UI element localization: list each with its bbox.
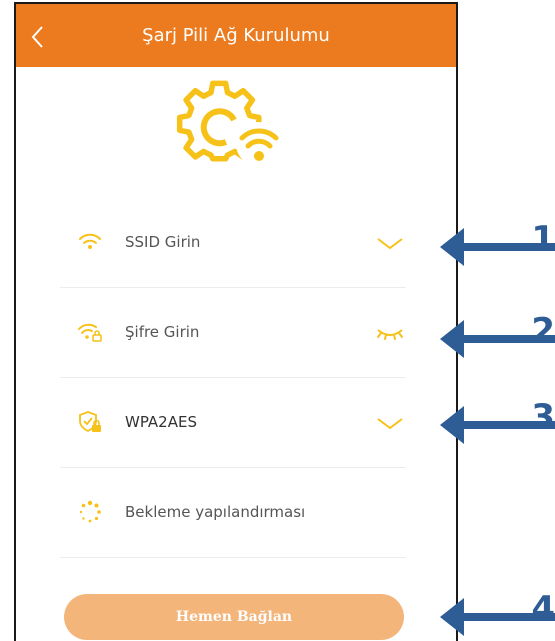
- callout-number: 2: [531, 311, 555, 351]
- security-field[interactable]: WPA2AES: [60, 378, 406, 468]
- callout-3: 3: [440, 397, 555, 448]
- chevron-down-icon: [377, 418, 403, 430]
- eye-closed-icon: [377, 329, 403, 340]
- password-placeholder: Şifre Girin: [125, 323, 200, 341]
- shield-lock-icon: [78, 410, 102, 434]
- callout-number: 1: [531, 219, 555, 259]
- connect-now-button[interactable]: Hemen Bağlan: [64, 594, 404, 640]
- wifi-icon: [78, 230, 102, 254]
- security-value: WPA2AES: [125, 413, 197, 431]
- ssid-field[interactable]: SSID Girin: [60, 198, 406, 288]
- chevron-down-icon: [377, 238, 403, 250]
- toggle-password-visibility[interactable]: [374, 324, 406, 344]
- standby-config-field[interactable]: Bekleme yapılandırması: [60, 468, 406, 558]
- security-dropdown-button[interactable]: [374, 414, 406, 434]
- ssid-dropdown-button[interactable]: [374, 234, 406, 254]
- ssid-placeholder: SSID Girin: [125, 233, 201, 251]
- phone-screen: Şarj Pili Ağ Kurulumu SSID Girin Şifre G…: [14, 2, 458, 641]
- password-field[interactable]: Şifre Girin: [60, 288, 406, 378]
- loading-dots-icon: [78, 500, 102, 524]
- app-bar: Şarj Pili Ağ Kurulumu: [16, 4, 456, 67]
- callout-number: 3: [531, 397, 555, 437]
- callout-number: 4: [531, 589, 555, 629]
- wifi-lock-icon: [78, 320, 102, 344]
- callout-4: 4: [440, 589, 555, 640]
- page-title: Şarj Pili Ağ Kurulumu: [142, 25, 330, 46]
- callout-2: 2: [440, 311, 555, 362]
- callout-1: 1: [440, 219, 555, 270]
- gear-wifi-icon: [176, 80, 286, 170]
- standby-config-label: Bekleme yapılandırması: [125, 503, 306, 521]
- screenshot-canvas: Şarj Pili Ağ Kurulumu SSID Girin Şifre G…: [0, 0, 555, 641]
